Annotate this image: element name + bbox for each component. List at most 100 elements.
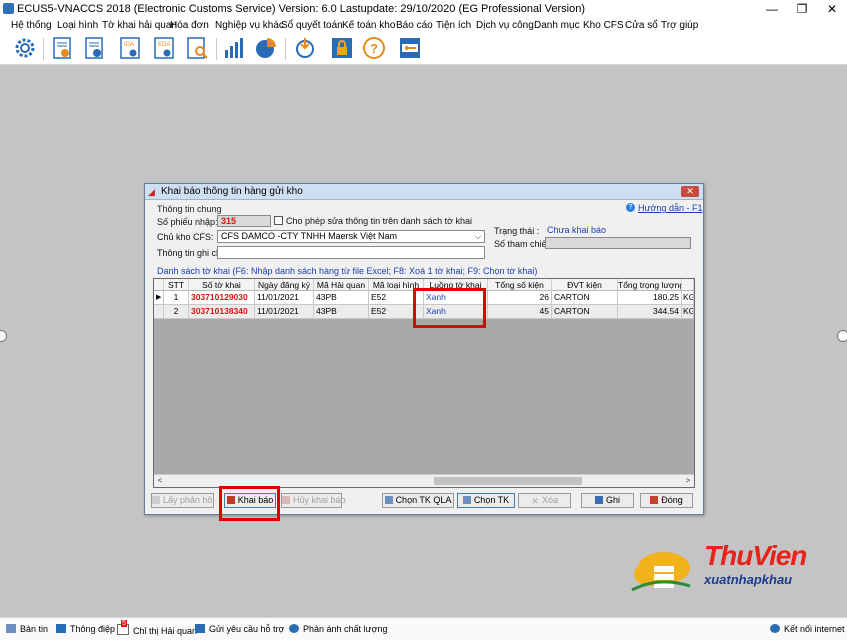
cell-ma-hai-quan[interactable]: 43PB (314, 291, 369, 305)
allow-edit-checkbox[interactable] (274, 216, 283, 225)
ho-tro-item[interactable]: Gửi yêu cầu hỗ trợ (195, 624, 284, 634)
ghi-button[interactable]: Ghi (581, 493, 634, 508)
xoa-button[interactable]: ✕ Xóa (518, 493, 571, 508)
watermark-subtitle: xuatnhapkhau (704, 572, 793, 587)
menu-tro-giup[interactable]: Trợ giúp (661, 20, 698, 31)
menu-loai-hinh[interactable]: Loại hình (57, 20, 98, 31)
minimize-button[interactable]: — (757, 0, 787, 18)
col-header-dvt-kien[interactable]: ĐVT kiện (552, 279, 618, 291)
sync-icon[interactable] (293, 36, 317, 60)
import-declaration-icon[interactable] (50, 36, 74, 60)
so-phieu-field[interactable]: 315 (217, 215, 271, 227)
close-window-button[interactable]: ✕ (817, 0, 847, 18)
col-header-dvt-trong-luong[interactable] (682, 279, 694, 291)
toolbar-separator (43, 38, 44, 60)
chon-tk-label: Chọn TK (473, 495, 510, 505)
khai-bao-button[interactable]: Khai báo (224, 493, 276, 508)
scrollbar-thumb[interactable] (434, 477, 582, 485)
scroll-left-icon[interactable]: < (154, 475, 166, 487)
cloud-server-icon (631, 552, 691, 592)
select-icon (384, 496, 393, 504)
col-header-ma-hai-quan[interactable]: Mã Hải quan (314, 279, 369, 291)
cell-tong-so-kien[interactable]: 26 (488, 291, 552, 305)
menu-dich-vu-cong[interactable]: Dịch vụ công (476, 20, 534, 31)
cell-ngay-dang-ky[interactable]: 11/01/2021 (255, 305, 314, 319)
delete-icon: ✕ (531, 496, 539, 506)
row-indicator[interactable]: ▶ (154, 291, 164, 305)
cell-tong-so-kien[interactable]: 45 (488, 305, 552, 319)
export-declaration-icon[interactable] (82, 36, 106, 60)
close-icon (650, 496, 659, 504)
lay-phan-hoi-button[interactable]: Lấy phản hồi (151, 493, 215, 508)
cell-dvt-trong-luong[interactable]: KGM (682, 305, 694, 319)
restore-button[interactable]: ❐ (787, 0, 817, 18)
status-bar: Bản tin Thông điệp 5 Chỉ thị Hải quan Gửi… (0, 617, 847, 640)
col-header-tong-trong-luong[interactable]: Tổng trọng lượng (618, 279, 682, 291)
eda-icon[interactable]: EDA (152, 36, 176, 60)
mail-icon (195, 624, 205, 633)
cell-ngay-dang-ky[interactable]: 11/01/2021 (255, 291, 314, 305)
thuvien-watermark-logo: ThuVien xuatnhapkhau (628, 540, 818, 602)
cell-ma-hai-quan[interactable]: 43PB (314, 305, 369, 319)
bar-chart-icon[interactable] (222, 36, 246, 60)
settings-icon[interactable] (13, 36, 37, 60)
password-icon[interactable] (398, 36, 422, 60)
ban-tin-item[interactable]: Bản tin (6, 624, 48, 634)
window-titlebar: ECUS5-VNACCS 2018 (Electronic Customs Se… (0, 0, 847, 19)
dialog-titlebar: ◢ Khai báo thông tin hàng gửi kho ✕ (145, 184, 703, 200)
menu-danh-muc[interactable]: Danh mục (534, 20, 580, 31)
col-header-ngay-dang-ky[interactable]: Ngày đăng ký (255, 279, 314, 291)
help-circle-icon: ? (626, 203, 635, 212)
toolbar-separator (285, 38, 286, 60)
pie-chart-icon[interactable] (254, 36, 278, 60)
scroll-right-icon[interactable]: > (682, 475, 694, 487)
resize-handle-left[interactable] (0, 330, 7, 342)
resize-handle-right[interactable] (837, 330, 847, 342)
menu-nghiep-vu-khac[interactable]: Nghiệp vụ khác (215, 20, 284, 31)
allow-edit-label: Cho phép sửa thông tin trên danh sách tờ… (286, 216, 473, 226)
col-header-so-to-khai[interactable]: Số tờ khai (189, 279, 255, 291)
cell-tong-trong-luong[interactable]: 344.54 (618, 305, 682, 319)
huy-khai-bao-button[interactable]: Hủy khai báo (281, 493, 346, 508)
search-document-icon[interactable] (185, 36, 209, 60)
row-header-corner (154, 279, 164, 291)
menu-he-thong[interactable]: Hệ thống (11, 20, 52, 31)
dong-button[interactable]: Đóng (640, 493, 693, 508)
menu-to-khai-hai-quan[interactable]: Tờ khai hải quan (102, 20, 177, 31)
menu-tien-ich[interactable]: Tiện ích (436, 20, 471, 31)
chon-tk-button[interactable]: Chọn TK (457, 493, 515, 508)
wifi-icon (770, 624, 780, 633)
menu-bao-cao[interactable]: Báo cáo (396, 20, 433, 31)
thong-diep-item[interactable]: Thông điệp (56, 624, 115, 634)
cell-so-to-khai[interactable]: 303710129030 (189, 291, 255, 305)
toolbar-separator (216, 38, 217, 60)
instruction-icon: 5 (117, 620, 129, 635)
chu-kho-select[interactable]: CFS DAMCO -CTY TNHH Maersk Việt Nam ⌵ (217, 230, 485, 243)
help-icon[interactable]: ? (362, 36, 386, 60)
menu-kho-cfs[interactable]: Kho CFS (583, 20, 624, 31)
cell-dvt-kien[interactable]: CARTON (552, 291, 618, 305)
cell-stt[interactable]: 1 (164, 291, 189, 305)
col-header-stt[interactable]: STT (164, 279, 189, 291)
lock-icon[interactable] (330, 36, 354, 60)
menu-ke-toan-kho[interactable]: Kế toán kho (342, 20, 395, 31)
trang-thai-value: Chưa khai báo (547, 225, 607, 235)
help-link[interactable]: Hướng dẫn - F1 (638, 203, 702, 213)
menu-so-quyet-toan[interactable]: Sổ quyết toán (281, 20, 343, 31)
chi-thi-item[interactable]: 5 Chỉ thị Hải quan (117, 620, 197, 636)
row-header[interactable] (154, 305, 164, 319)
ida-icon[interactable]: IDA (118, 36, 142, 60)
cell-dvt-kien[interactable]: CARTON (552, 305, 618, 319)
menu-cua-so[interactable]: Cửa sổ (625, 20, 658, 31)
col-header-tong-so-kien[interactable]: Tổng số kiện (488, 279, 552, 291)
chon-tk-qla-button[interactable]: Chọn TK QLA (382, 493, 454, 508)
menu-hoa-don[interactable]: Hóa đơn (170, 20, 209, 31)
cell-dvt-trong-luong[interactable]: KGM (682, 291, 694, 305)
dialog-close-button[interactable]: ✕ (681, 186, 699, 197)
chevron-down-icon[interactable]: ⌵ (472, 231, 484, 242)
cell-tong-trong-luong[interactable]: 180.25 (618, 291, 682, 305)
cell-so-to-khai[interactable]: 303710138340 (189, 305, 255, 319)
phan-anh-item[interactable]: Phản ánh chất lượng (289, 624, 388, 634)
ghi-chu-input[interactable] (217, 246, 485, 259)
cell-stt[interactable]: 2 (164, 305, 189, 319)
